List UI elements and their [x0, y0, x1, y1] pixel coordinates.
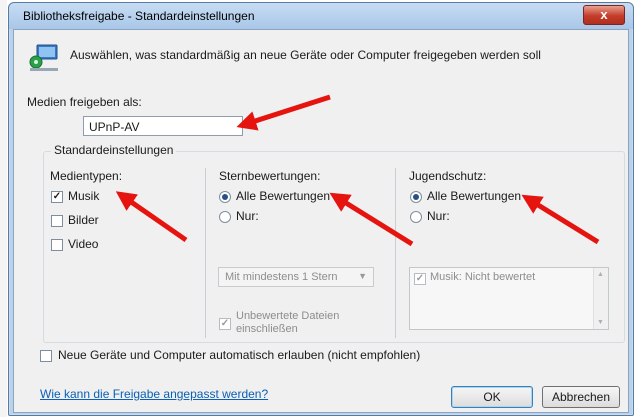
include-unrated-checkbox[interactable]: [219, 318, 231, 330]
star-only-label[interactable]: Nur:: [236, 209, 259, 223]
share-as-input[interactable]: UPnP-AV: [83, 116, 243, 136]
scrollbar[interactable]: ▲ ▼: [593, 268, 608, 329]
list-item[interactable]: Musik: Nicht bewertet: [430, 271, 535, 283]
parental-heading: Jugendschutz:: [409, 169, 487, 183]
auto-allow-checkbox[interactable]: [40, 350, 52, 362]
column-divider: [395, 168, 396, 338]
include-unrated-label-1: Unbewertete Dateien: [236, 310, 340, 322]
music-checkbox[interactable]: [51, 191, 63, 203]
list-item-checkbox[interactable]: [414, 273, 426, 285]
min-stars-select[interactable]: Mit mindestens 1 Stern ▼: [218, 267, 374, 287]
video-label[interactable]: Video: [68, 237, 98, 251]
parental-all-label[interactable]: Alle Bewertungen: [427, 189, 521, 203]
defaults-legend: Standardeinstellungen: [51, 143, 177, 157]
column-divider: [205, 168, 206, 338]
star-all-label[interactable]: Alle Bewertungen: [236, 189, 330, 203]
media-types-heading: Medientypen:: [50, 169, 123, 183]
parental-all-radio[interactable]: [410, 191, 422, 203]
pictures-checkbox[interactable]: [51, 215, 63, 227]
music-label[interactable]: Musik: [68, 189, 99, 203]
parental-ratings-list[interactable]: Musik: Nicht bewertet ▲ ▼: [409, 267, 609, 330]
background-edge: [0, 0, 7, 417]
intro-text: Auswählen, was standardmäßig an neue Ger…: [70, 48, 541, 62]
scroll-down-icon[interactable]: ▼: [597, 319, 604, 326]
include-unrated-label-2: einschließen: [236, 323, 298, 335]
video-checkbox[interactable]: [51, 239, 63, 251]
scroll-up-icon[interactable]: ▲: [597, 271, 604, 278]
help-link[interactable]: Wie kann die Freigabe angepasst werden?: [40, 387, 268, 401]
dialog-window: Bibliotheksfreigabe - Standardeinstellun…: [8, 2, 634, 416]
chevron-down-icon: ▼: [358, 271, 367, 281]
star-ratings-heading: Sternbewertungen:: [219, 169, 321, 183]
dialog-body: Auswählen, was standardmäßig an neue Ger…: [13, 29, 629, 413]
ok-button[interactable]: OK: [451, 386, 533, 408]
window-title: Bibliotheksfreigabe - Standardeinstellun…: [23, 9, 255, 23]
star-only-radio[interactable]: [219, 211, 231, 223]
parental-only-radio[interactable]: [410, 211, 422, 223]
parental-only-label[interactable]: Nur:: [427, 209, 450, 223]
media-sharing-icon: [29, 44, 58, 71]
min-stars-value: Mit mindestens 1 Stern: [225, 271, 338, 283]
cancel-button[interactable]: Abbrechen: [542, 386, 620, 408]
pictures-label[interactable]: Bilder: [68, 213, 99, 227]
star-all-radio[interactable]: [219, 191, 231, 203]
auto-allow-label[interactable]: Neue Geräte und Computer automatisch erl…: [58, 348, 420, 362]
title-bar[interactable]: Bibliotheksfreigabe - Standardeinstellun…: [9, 3, 633, 29]
share-as-label: Medien freigeben als:: [27, 95, 142, 109]
close-button[interactable]: x: [583, 5, 625, 25]
